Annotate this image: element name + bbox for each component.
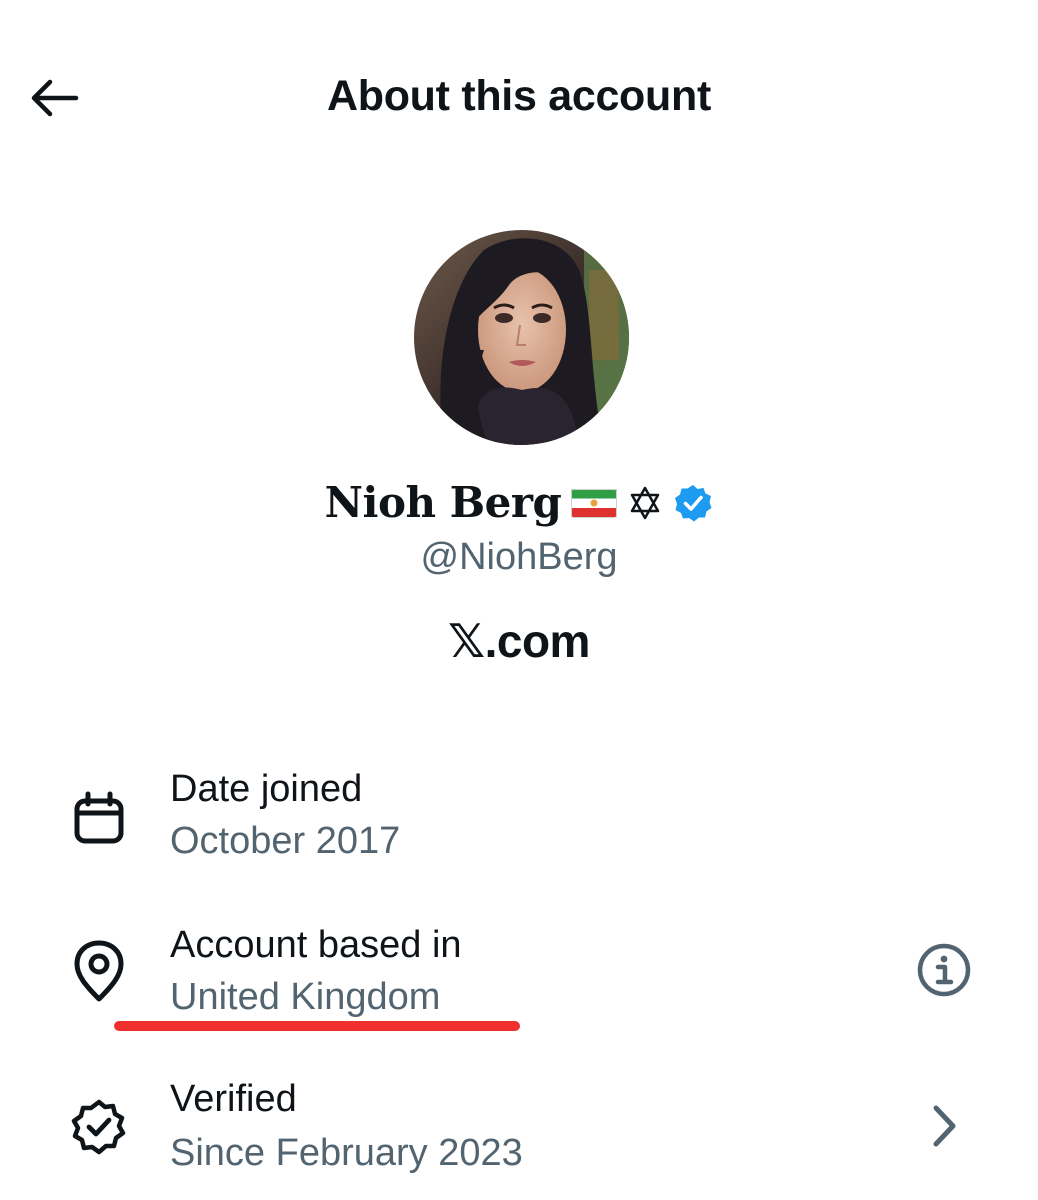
display-name: Nioh Berg — [324, 478, 562, 527]
date-joined-value: October 2017 — [170, 820, 401, 862]
profile-photo — [414, 230, 629, 445]
profile-handle: @NiohBerg — [420, 536, 618, 578]
verified-chevron-button[interactable] — [912, 1094, 976, 1158]
date-joined-label: Date joined — [170, 768, 363, 810]
verified-badge-icon[interactable] — [673, 483, 713, 523]
date-joined-row: Date joined October 2017 — [0, 760, 1038, 890]
star-of-david-icon — [631, 486, 660, 519]
verified-row[interactable]: Verified Since February 2023 — [0, 1070, 1038, 1200]
info-icon — [917, 943, 971, 997]
chevron-right-icon — [933, 1105, 956, 1147]
account-based-in-value: United Kingdom — [170, 976, 441, 1018]
location-pin-icon — [66, 938, 132, 1004]
page-title: About this account — [327, 72, 711, 120]
calendar-icon — [66, 786, 132, 852]
avatar[interactable] — [414, 230, 629, 445]
info-button[interactable] — [912, 938, 976, 1002]
verified-value: Since February 2023 — [170, 1132, 523, 1174]
profile-website-link[interactable]: 𝕏.com — [0, 614, 1038, 668]
account-based-in-label: Account based in — [170, 924, 462, 966]
flag-of-iran-lion-and-sun-icon — [571, 488, 618, 518]
verified-outline-icon — [66, 1094, 132, 1160]
profile-name-row: Nioh Berg — [0, 478, 1038, 527]
about-account-screen: About this account Nioh Berg @NiohBerg 𝕏… — [0, 0, 1038, 1200]
red-annotation-underline — [114, 1021, 520, 1031]
verified-label: Verified — [170, 1078, 297, 1120]
